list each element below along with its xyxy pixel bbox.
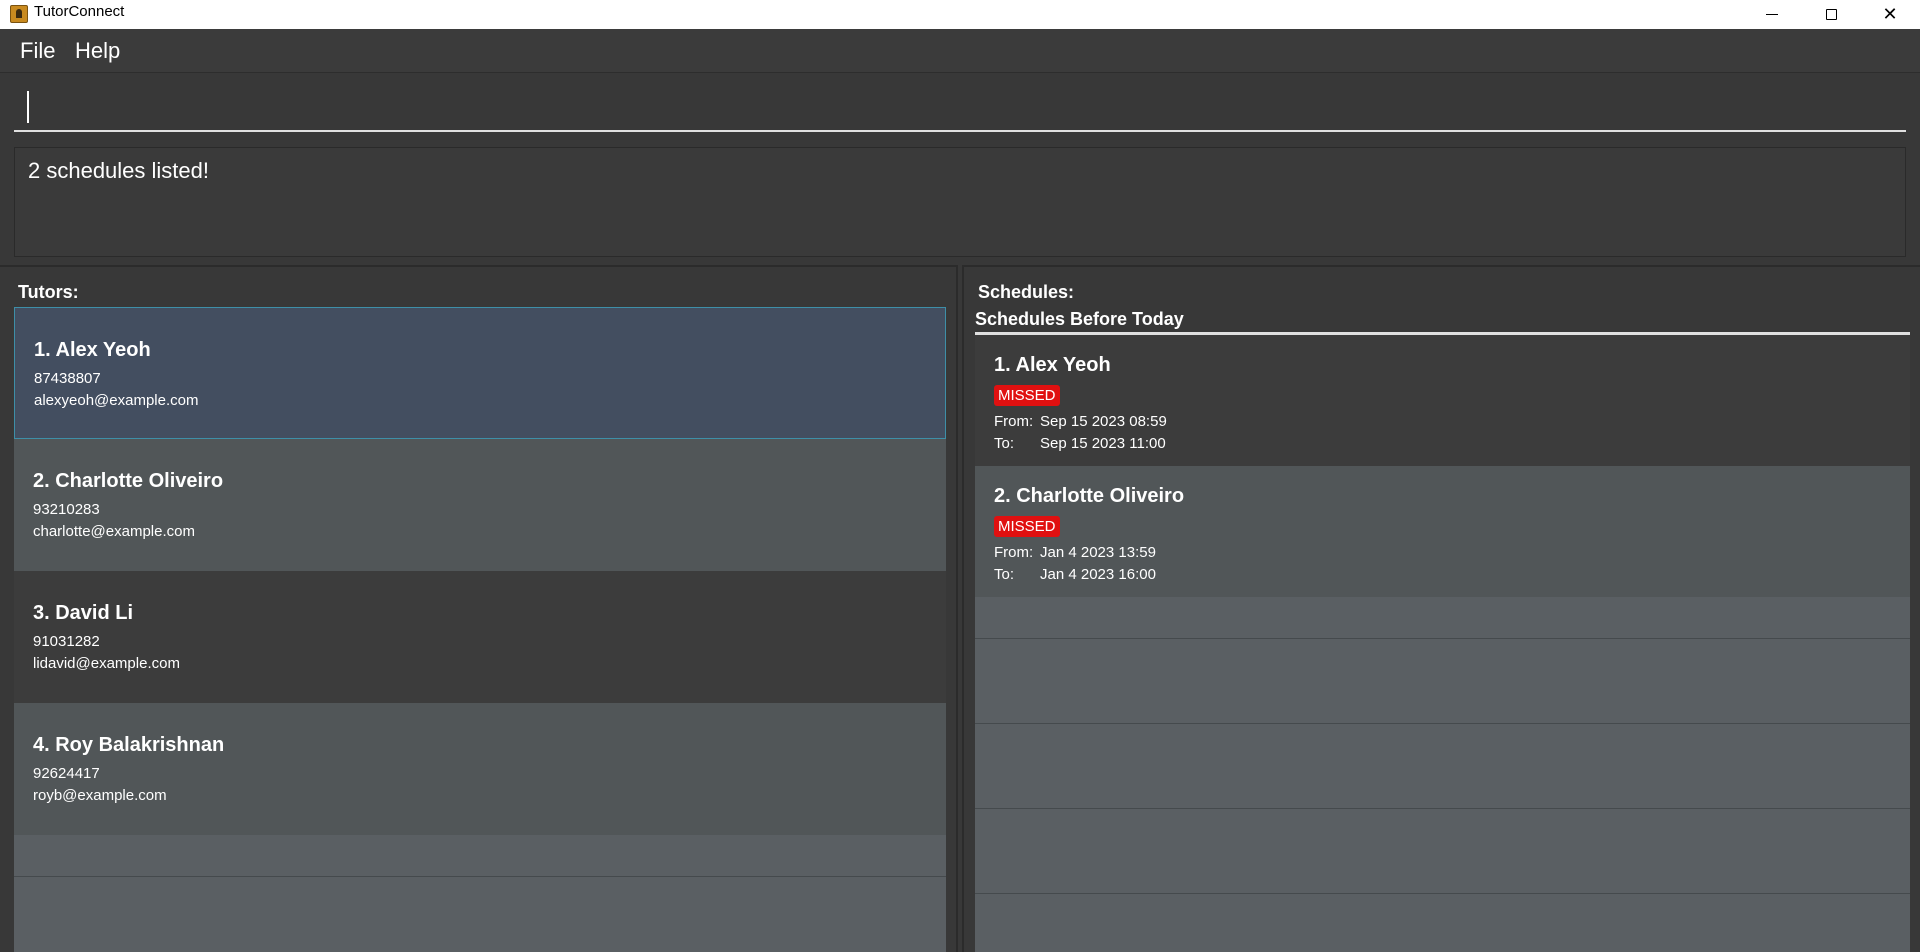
tutor-name: 3. David Li [33, 602, 134, 624]
app-icon [10, 5, 28, 23]
to-value: Jan 4 2023 16:00 [1040, 566, 1156, 583]
tutor-name: 4. Roy Balakrishnan [33, 734, 225, 756]
command-box [0, 74, 1920, 140]
window-title: TutorConnect [34, 3, 125, 20]
from-label: From: [994, 413, 1034, 430]
tutors-panel: Tutors: 1. Alex Yeoh 87438807 alexyeoh@e… [0, 265, 958, 952]
result-display: 2 schedules listed! [14, 147, 1906, 257]
schedules-panel: Schedules: Schedules Before Today 1. Ale… [962, 265, 1920, 952]
close-icon: ✕ [1882, 3, 1898, 25]
title-bar: TutorConnect ✕ [0, 0, 1920, 29]
schedule-to: To: Sep 15 2023 11:00 [994, 435, 1166, 452]
schedule-card[interactable]: 2. Charlotte Oliveiro MISSED From: Jan 4 … [975, 466, 1910, 597]
text-caret [27, 91, 29, 123]
tutor-phone: 92624417 [33, 765, 100, 782]
menu-file[interactable]: File [20, 38, 55, 64]
tutor-card[interactable]: 3. David Li 91031282 lidavid@example.com [14, 571, 946, 703]
tutor-name: 2. Charlotte Oliveiro [33, 470, 224, 492]
tutor-card[interactable]: 1. Alex Yeoh 87438807 alexyeoh@example.c… [14, 307, 946, 439]
empty-list-row [975, 639, 1910, 724]
to-label: To: [994, 566, 1015, 583]
tutor-email: lidavid@example.com [33, 655, 180, 672]
maximize-button[interactable] [1802, 0, 1860, 29]
close-button[interactable]: ✕ [1861, 0, 1919, 29]
maximize-icon [1825, 9, 1837, 20]
tutor-card[interactable]: 4. Roy Balakrishnan 92624417 royb@exampl… [14, 703, 946, 835]
menu-bar: File Help [0, 29, 1920, 73]
tutor-card[interactable]: 2. Charlotte Oliveiro 93210283 charlotte… [14, 439, 946, 571]
to-value: Sep 15 2023 11:00 [1040, 435, 1166, 452]
status-badge: MISSED [994, 516, 1060, 537]
tutor-name: 1. Alex Yeoh [34, 339, 151, 361]
tutor-phone: 91031282 [33, 633, 100, 650]
schedule-group-label: Schedules Before Today [975, 309, 1184, 329]
from-label: From: [994, 544, 1034, 561]
tutor-phone: 93210283 [33, 501, 100, 518]
from-value: Jan 4 2023 13:59 [1040, 544, 1156, 561]
tutor-email: charlotte@example.com [33, 523, 195, 540]
from-value: Sep 15 2023 08:59 [1040, 413, 1167, 430]
command-input[interactable] [14, 82, 1906, 132]
empty-list-row [975, 809, 1910, 894]
schedules-title: Schedules: [978, 282, 1075, 302]
empty-list-row [14, 835, 946, 877]
schedule-tutor-name: 1. Alex Yeoh [994, 354, 1111, 376]
schedule-tutor-name: 2. Charlotte Oliveiro [994, 485, 1185, 507]
schedule-card[interactable]: 1. Alex Yeoh MISSED From: Sep 15 2023 08:… [975, 335, 1910, 466]
schedule-list[interactable]: Schedules Before Today 1. Alex Yeoh MISS… [975, 307, 1910, 952]
status-badge: MISSED [994, 385, 1060, 406]
empty-list-row [975, 597, 1910, 639]
tutors-title: Tutors: [18, 282, 79, 302]
schedule-group-header: Schedules Before Today [975, 307, 1910, 335]
tutor-email: royb@example.com [33, 787, 167, 804]
tutor-phone: 87438807 [34, 370, 101, 387]
empty-list-row [975, 894, 1910, 952]
tutor-list[interactable]: 1. Alex Yeoh 87438807 alexyeoh@example.c… [14, 307, 946, 952]
result-message: 2 schedules listed! [28, 158, 209, 183]
schedule-from: From: Jan 4 2023 13:59 [994, 544, 1156, 561]
menu-help[interactable]: Help [75, 38, 120, 64]
schedule-to: To: Jan 4 2023 16:00 [994, 566, 1156, 583]
empty-list-row [975, 724, 1910, 809]
minimize-button[interactable] [1743, 0, 1801, 29]
schedule-from: From: Sep 15 2023 08:59 [994, 413, 1167, 430]
empty-list-row [14, 877, 946, 952]
tutor-email: alexyeoh@example.com [34, 392, 199, 409]
minimize-icon [1766, 14, 1778, 15]
to-label: To: [994, 435, 1015, 452]
